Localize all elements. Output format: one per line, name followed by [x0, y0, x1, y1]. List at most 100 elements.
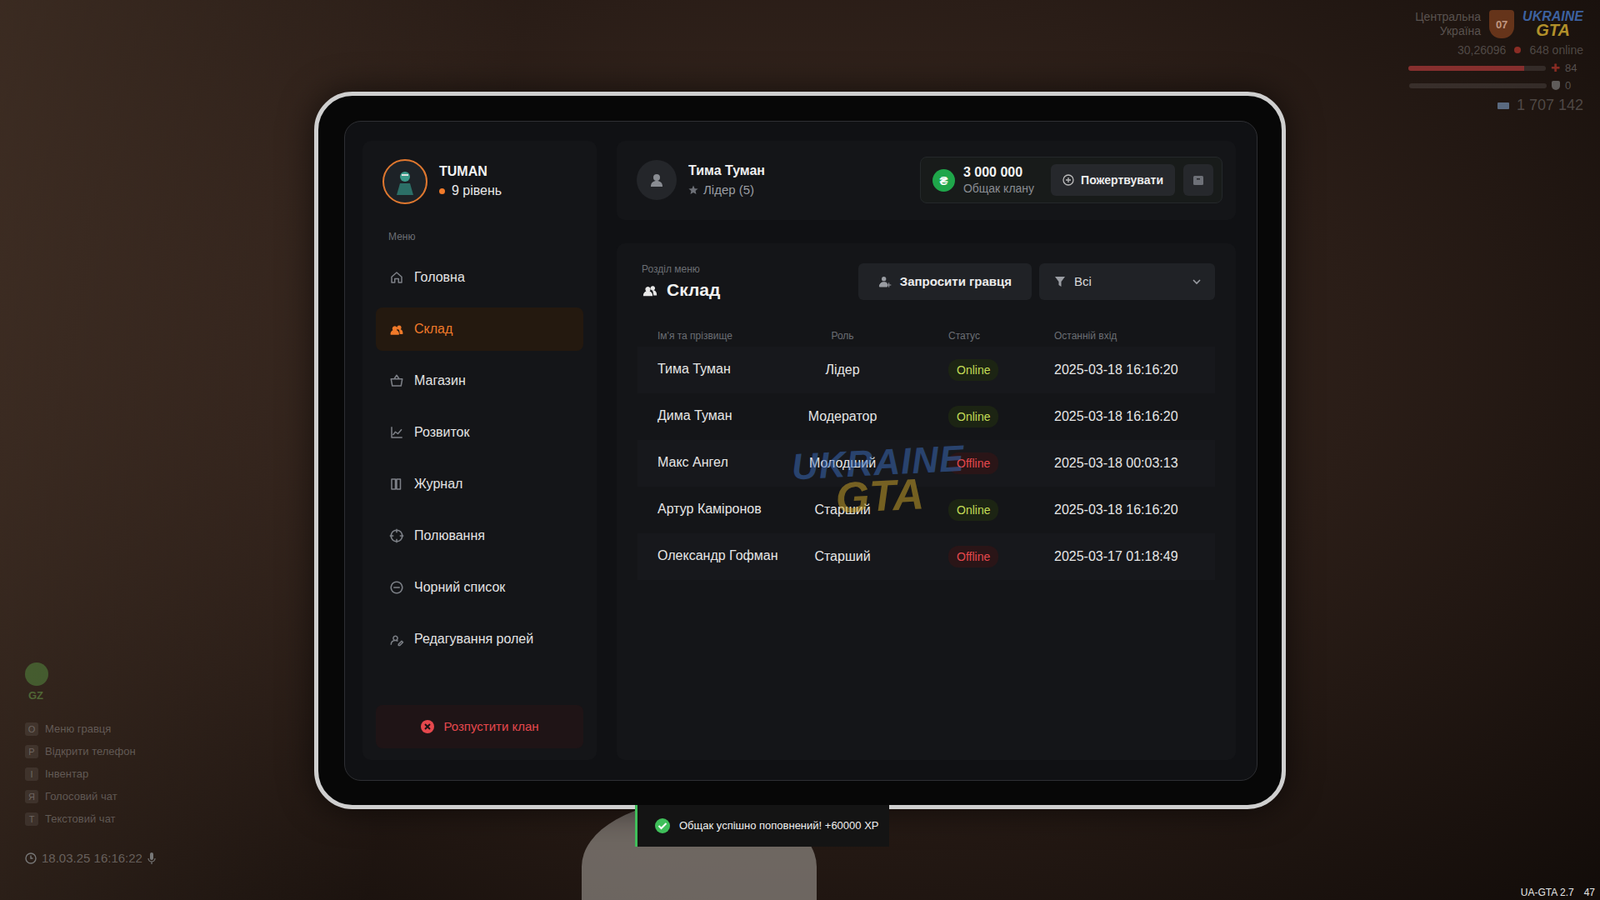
region-badge: 07	[1489, 10, 1515, 39]
key-cap: Я	[25, 790, 39, 804]
table-row[interactable]: Тима Туман Лідер Online 2025-03-18 16:16…	[637, 346, 1215, 394]
table-row[interactable]: Макс Ангел Молодший Offline 2025-03-18 0…	[637, 440, 1215, 487]
plus-circle-icon	[1062, 174, 1075, 186]
key-cap: O	[25, 722, 39, 736]
member-last-login: 2025-03-18 16:16:20	[1054, 409, 1215, 425]
table-row[interactable]: Дима Туман Модератор Online 2025-03-18 1…	[637, 393, 1215, 440]
tablet-screen: TUMAN 9 рівень Меню Головна Склад Магази…	[344, 120, 1258, 781]
sidebar-item[interactable]: Головна	[375, 255, 584, 300]
chevron-down-icon	[1191, 276, 1202, 287]
member-status-cell: Online	[893, 359, 1055, 381]
members-card: Розділ меню Склад Запросити гравця Всі І…	[616, 243, 1236, 760]
role-filter[interactable]: Всі	[1039, 263, 1215, 300]
donate-button[interactable]: Пожертвувати	[1050, 164, 1175, 196]
version-label: UA-GTA 2.7	[1520, 886, 1575, 899]
zone-label: GZ	[25, 689, 44, 702]
hud-top: Центральна Україна 07 UKRAINE GTA 30,260…	[1333, 10, 1584, 115]
toast-text: Общак успішно поповнений! +60000 XP	[679, 820, 880, 832]
health-bar: ✚ 84	[1408, 61, 1584, 75]
sidebar-item[interactable]: Редагування ролей	[375, 617, 584, 661]
key-hint: T Текстовий чат	[25, 810, 156, 828]
disband-label: Розпустити клан	[443, 719, 539, 734]
sidebar-item[interactable]: Полювання	[375, 514, 584, 558]
member-name: Тима Туман	[657, 362, 781, 377]
sidebar-item[interactable]: Розвиток	[375, 410, 584, 455]
header-card: Тима Туман Лідер (5) ₴ 3 000 000 Общак к…	[616, 140, 1236, 220]
key-hint: I Інвентар	[25, 765, 156, 783]
status-badge: Online	[948, 499, 999, 521]
hud-location: Центральна Україна 07 UKRAINE GTA	[1389, 10, 1584, 39]
sidebar-item-label: Склад	[414, 321, 453, 337]
donate-label: Пожертвувати	[1080, 173, 1164, 187]
star-icon	[688, 185, 699, 195]
mic-icon	[147, 851, 156, 865]
sidebar-item-label: Полювання	[414, 528, 485, 544]
member-role: Старший	[791, 502, 894, 518]
datetime: 18.03.25 16:16:22	[25, 850, 156, 865]
history-button[interactable]	[1183, 164, 1214, 196]
armor-bar: 0	[1409, 79, 1584, 92]
money-value: 1 707 142	[1516, 96, 1584, 115]
user-name: Тима Туман	[688, 163, 765, 179]
hint-label: Голосовий чат	[45, 790, 118, 803]
datetime-value: 18.03.25 16:16:22	[41, 850, 143, 865]
key-hint: O Меню гравця	[25, 720, 156, 738]
game-logo: UKRAINE GTA	[1522, 10, 1584, 38]
sidebar-item[interactable]: Магазин	[375, 359, 584, 403]
currency-icon: ₴	[932, 169, 955, 192]
online-count: 648 online	[1529, 43, 1584, 57]
fps-counter: 47	[1584, 886, 1595, 899]
member-name: Макс Ангел	[657, 455, 781, 470]
sidebar: TUMAN 9 рівень Меню Головна Склад Магази…	[362, 140, 597, 760]
sidebar-menu: Головна Склад Магазин Розвиток Журнал По…	[375, 255, 584, 661]
sidebar-item[interactable]: Журнал	[375, 462, 584, 506]
user-info: Тима Туман Лідер (5)	[636, 160, 765, 200]
sidebar-item-label: Редагування ролей	[414, 631, 534, 647]
key-hint: P Відкрити телефон	[25, 742, 156, 760]
menu-item-icon	[389, 580, 405, 595]
column-header: Статус	[893, 330, 1055, 342]
toast: Общак успішно поповнений! +60000 XP	[635, 805, 890, 847]
member-last-login: 2025-03-18 16:16:20	[1054, 502, 1215, 518]
column-header: Останній вхід	[1054, 330, 1215, 342]
menu-item-icon	[389, 373, 405, 389]
main-panel: Тима Туман Лідер (5) ₴ 3 000 000 Общак к…	[616, 140, 1236, 760]
clan-name: TUMAN	[439, 164, 502, 180]
user-avatar-icon	[636, 160, 677, 200]
sidebar-item[interactable]: Склад	[375, 307, 584, 351]
column-header: Ім'я та прізвище	[657, 330, 792, 342]
hint-label: Текстовий чат	[45, 812, 116, 825]
member-status-cell: Online	[893, 499, 1055, 521]
menu-item-icon	[389, 476, 405, 492]
member-role: Молодший	[791, 455, 894, 471]
disband-button[interactable]: Розпустити клан	[375, 705, 584, 749]
table-row[interactable]: Артур Каміронов Старший Online 2025-03-1…	[637, 486, 1215, 534]
sidebar-item[interactable]: Чорний список	[375, 565, 584, 610]
sidebar-item-label: Розвиток	[414, 425, 470, 440]
member-name: Олександр Гофман	[657, 549, 781, 564]
hud-hints: GZ O Меню гравця P Відкрити телефон I Інве…	[25, 662, 156, 865]
menu-item-icon	[389, 528, 405, 544]
column-header: Роль	[791, 330, 894, 342]
sidebar-item-label: Головна	[414, 270, 465, 285]
menu-item-icon	[389, 321, 405, 337]
invite-button[interactable]: Запросити гравця	[858, 263, 1032, 300]
key-cap: I	[25, 767, 39, 781]
clock-icon	[25, 852, 37, 865]
table-row[interactable]: Олександр Гофман Старший Offline 2025-03…	[637, 533, 1215, 580]
clan-level: 9 рівень	[439, 183, 502, 199]
member-name: Артур Каміронов	[657, 502, 781, 517]
menu-title: Меню	[388, 230, 584, 243]
key-cap: T	[25, 812, 39, 826]
hint-label: Відкрити телефон	[45, 745, 136, 758]
key-cap: P	[25, 745, 39, 759]
status-badge: Online	[948, 359, 999, 381]
version: UA-GTA 2.7 47	[1520, 886, 1595, 899]
table-header: Ім'я та прізвищеРольСтатусОстанній вхід	[637, 325, 1215, 347]
sidebar-item-label: Магазин	[414, 373, 466, 389]
members-table: Ім'я та прізвищеРольСтатусОстанній вхід …	[637, 325, 1215, 580]
sidebar-item-label: Журнал	[414, 476, 463, 492]
member-last-login: 2025-03-17 01:18:49	[1054, 549, 1215, 565]
member-status-cell: Offline	[893, 452, 1055, 475]
health-value: 84	[1565, 61, 1584, 75]
